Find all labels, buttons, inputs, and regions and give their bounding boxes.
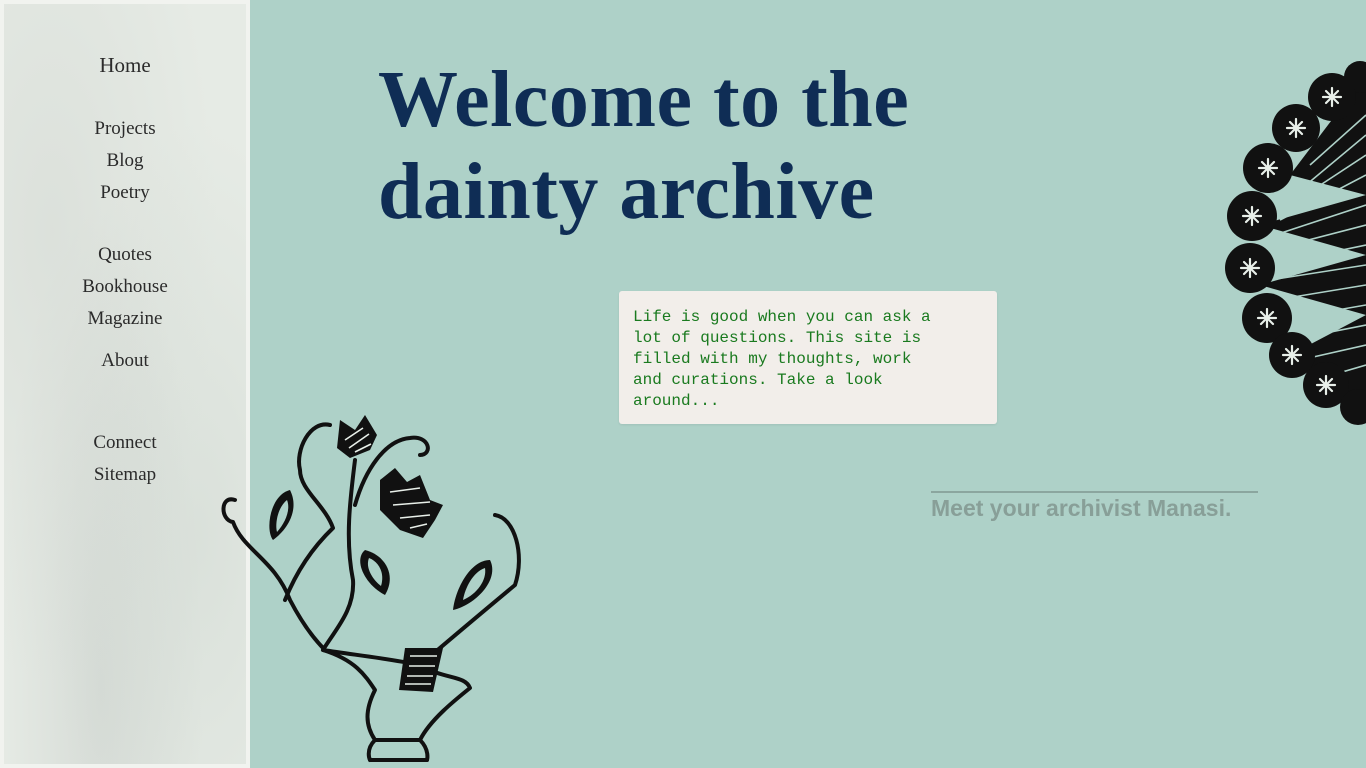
sidebar: Home Projects Blog Poetry Quotes Bookhou… (0, 0, 250, 768)
page: Home Projects Blog Poetry Quotes Bookhou… (0, 0, 1366, 768)
page-title-line-2: dainty archive (378, 148, 875, 236)
nav-about-link[interactable]: About (0, 350, 250, 372)
intro-line: and curations. Take a look (633, 371, 883, 389)
nav-quotes-link[interactable]: Quotes (0, 244, 250, 266)
nav-bookhouse-link[interactable]: Bookhouse (0, 276, 250, 298)
page-title-line-1: Welcome to the (378, 56, 910, 144)
nav-projects-link[interactable]: Projects (0, 118, 250, 140)
page-title: Welcome to the dainty archive (378, 54, 1078, 238)
intro-line: Life is good when you can ask a (633, 308, 931, 326)
nav-home-link[interactable]: Home (0, 54, 250, 76)
mandala-flower-icon (1225, 61, 1366, 425)
plant-sketch-icon (221, 415, 521, 762)
nav-magazine-link[interactable]: Magazine (0, 308, 250, 330)
meet-archivist-link[interactable]: Meet your archivist Manasi. (931, 491, 1258, 521)
nav-poetry-link[interactable]: Poetry (0, 182, 250, 204)
nav-sitemap-link[interactable]: Sitemap (0, 464, 250, 486)
intro-line: filled with my thoughts, work (633, 350, 912, 368)
intro-line: lot of questions. This site is (633, 329, 922, 347)
intro-card: Life is good when you can ask a lot of q… (619, 291, 997, 424)
intro-line: around... (633, 392, 720, 410)
nav-blog-link[interactable]: Blog (0, 150, 250, 172)
nav-connect-link[interactable]: Connect (0, 432, 250, 454)
